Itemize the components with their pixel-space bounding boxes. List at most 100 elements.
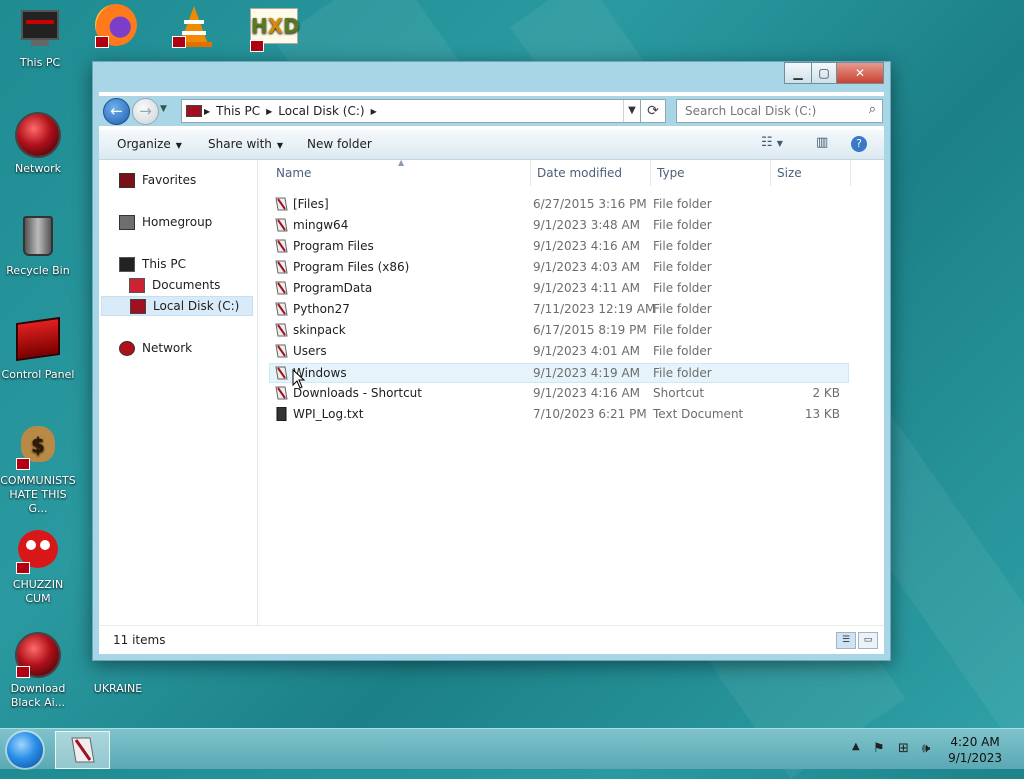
close-button[interactable]: ✕ xyxy=(836,62,884,84)
network-status-icon[interactable]: ⊞ xyxy=(898,741,909,756)
file-type: Shortcut xyxy=(653,386,705,400)
file-name: Python27 xyxy=(293,302,350,316)
file-type: Text Document xyxy=(653,407,744,421)
minimize-button[interactable]: ▁ xyxy=(784,62,812,84)
file-size: 2 KB xyxy=(812,386,840,400)
folder-icon xyxy=(275,281,288,295)
file-row[interactable]: mingw64 9/1/2023 3:48 AM File folder xyxy=(270,216,848,235)
desktop-icon-communists[interactable]: $ COMMUNISTS HATE THIS G... xyxy=(0,426,76,516)
desktop-icon-network[interactable]: Network xyxy=(0,114,76,176)
nav-this-pc[interactable]: This PC xyxy=(119,254,186,274)
back-button[interactable]: ← xyxy=(103,98,130,125)
taskbar-explorer-button[interactable] xyxy=(55,731,110,769)
file-name: Downloads - Shortcut xyxy=(293,386,422,400)
breadcrumb-chevron-icon[interactable]: ▶ xyxy=(204,107,210,116)
file-date: 9/1/2023 4:16 AM xyxy=(533,386,641,400)
file-date: 9/1/2023 4:16 AM xyxy=(533,239,641,253)
new-folder-button[interactable]: New folder xyxy=(307,137,372,151)
file-row[interactable]: skinpack 6/17/2015 8:19 PM File folder xyxy=(270,321,848,340)
file-row[interactable]: Program Files 9/1/2023 4:16 AM File folder xyxy=(270,237,848,256)
text-file-icon xyxy=(275,406,288,422)
forward-button[interactable]: → xyxy=(132,98,159,125)
file-row[interactable]: WPI_Log.txt 7/10/2023 6:21 PM Text Documen… xyxy=(270,405,848,424)
column-divider[interactable] xyxy=(770,160,771,186)
column-divider[interactable] xyxy=(530,160,531,186)
column-header-date[interactable]: Date modified xyxy=(537,160,622,186)
search-input[interactable] xyxy=(683,100,857,122)
action-center-flag-icon[interactable]: ⚑ xyxy=(873,741,885,756)
show-hidden-icons-icon[interactable]: ▲ xyxy=(852,741,860,752)
file-type: File folder xyxy=(653,197,712,211)
help-icon[interactable]: ? xyxy=(851,136,867,152)
network-orb-icon xyxy=(16,114,60,158)
control-panel-icon xyxy=(16,316,60,364)
folder-icon xyxy=(275,323,288,337)
file-row[interactable]: [Files] 6/27/2015 3:16 PM File folder xyxy=(270,195,848,214)
file-date: 6/17/2015 8:19 PM xyxy=(533,323,647,337)
desktop-icon-control-panel[interactable]: Control Panel xyxy=(0,316,76,382)
file-row[interactable]: Program Files (x86) 9/1/2023 4:03 AM File … xyxy=(270,258,848,277)
nav-documents[interactable]: Documents xyxy=(129,275,220,295)
nav-network[interactable]: Network xyxy=(119,338,192,358)
share-with-button[interactable]: Share with ▼ xyxy=(208,137,283,151)
address-bar[interactable]: ▶ This PC ▶ Local Disk (C:) ▶ ▼ xyxy=(181,99,641,123)
breadcrumb-chevron-icon[interactable]: ▶ xyxy=(266,107,272,116)
desktop-icon-chuzzin-cum[interactable]: CHUZZIN CUM xyxy=(0,530,76,606)
refresh-button[interactable]: ⟳ xyxy=(640,99,666,123)
file-type: File folder xyxy=(653,323,712,337)
column-divider[interactable] xyxy=(650,160,651,186)
desktop-icon-vlc[interactable] xyxy=(166,4,222,52)
file-row[interactable]: Windows 9/1/2023 4:19 AM File folder xyxy=(269,363,849,383)
desktop-icon-this-pc[interactable]: This PC xyxy=(2,8,78,70)
nav-homegroup[interactable]: Homegroup xyxy=(119,212,212,232)
preview-pane-icon[interactable]: ▥ xyxy=(816,135,828,150)
breadcrumb-chevron-icon[interactable]: ▶ xyxy=(371,107,377,116)
explorer-window[interactable]: ▁ ▢ ✕ ← → ▼ ▶ This PC ▶ Local Disk (C:) … xyxy=(92,61,891,661)
column-header-type[interactable]: Type xyxy=(657,160,685,186)
breadcrumb-local-disk[interactable]: Local Disk (C:) xyxy=(278,104,364,118)
file-type: File folder xyxy=(653,366,712,380)
file-row[interactable]: Downloads - Shortcut 9/1/2023 4:16 AM Shor… xyxy=(270,384,848,403)
details-view-icon[interactable]: ☰ xyxy=(836,632,856,649)
column-header-size[interactable]: Size xyxy=(777,160,802,186)
history-dropdown-icon[interactable]: ▼ xyxy=(160,104,167,114)
file-type: File folder xyxy=(653,302,712,316)
folder-icon xyxy=(275,302,288,316)
address-dropdown-icon[interactable]: ▼ xyxy=(623,100,640,122)
large-icons-view-icon[interactable]: ▭ xyxy=(858,632,878,649)
file-row[interactable]: Python27 7/11/2023 12:19 AM File folder xyxy=(270,300,848,319)
desktop-icon-firefox[interactable] xyxy=(92,4,142,52)
documents-icon xyxy=(129,277,145,293)
navigation-pane: Favorites Homegroup This PC Documents Lo… xyxy=(99,160,258,654)
desktop-icon-recycle-bin[interactable]: Recycle Bin xyxy=(0,216,76,278)
sort-ascending-icon: ▲ xyxy=(398,158,405,167)
view-options-icon[interactable]: ☷ ▼ xyxy=(761,135,783,150)
drive-icon xyxy=(186,105,202,117)
explorer-folder-icon xyxy=(71,737,95,763)
column-header-name[interactable]: Name xyxy=(276,160,311,186)
shortcut-icon xyxy=(275,386,288,400)
file-row[interactable]: Users 9/1/2023 4:01 AM File folder xyxy=(270,342,848,361)
file-date: 9/1/2023 4:11 AM xyxy=(533,281,641,295)
file-name: [Files] xyxy=(293,197,329,211)
file-row[interactable]: ProgramData 9/1/2023 4:11 AM File folder xyxy=(270,279,848,298)
file-date: 9/1/2023 4:03 AM xyxy=(533,260,641,274)
search-box[interactable]: ⌕ xyxy=(676,99,883,123)
column-divider[interactable] xyxy=(850,160,851,186)
red-orb-icon xyxy=(16,634,60,678)
desktop-icon-hxd[interactable]: HXD xyxy=(244,8,300,56)
breadcrumb-this-pc[interactable]: This PC xyxy=(216,104,260,118)
file-name: skinpack xyxy=(293,323,346,337)
desktop-icon-download-black[interactable]: Download Black Ai... xyxy=(0,634,76,710)
system-clock[interactable]: 4:20 AM 9/1/2023 xyxy=(948,734,1002,766)
favorites-star-icon xyxy=(119,172,135,188)
maximize-button[interactable]: ▢ xyxy=(811,62,837,84)
search-icon[interactable]: ⌕ xyxy=(869,102,876,117)
start-button[interactable] xyxy=(7,732,43,768)
organize-button[interactable]: Organize ▼ xyxy=(117,137,182,151)
volume-icon[interactable]: 🕪 xyxy=(922,741,930,756)
file-type: File folder xyxy=(653,239,712,253)
file-type: File folder xyxy=(653,218,712,232)
nav-favorites[interactable]: Favorites xyxy=(119,170,196,190)
nav-local-disk[interactable]: Local Disk (C:) xyxy=(101,296,253,316)
